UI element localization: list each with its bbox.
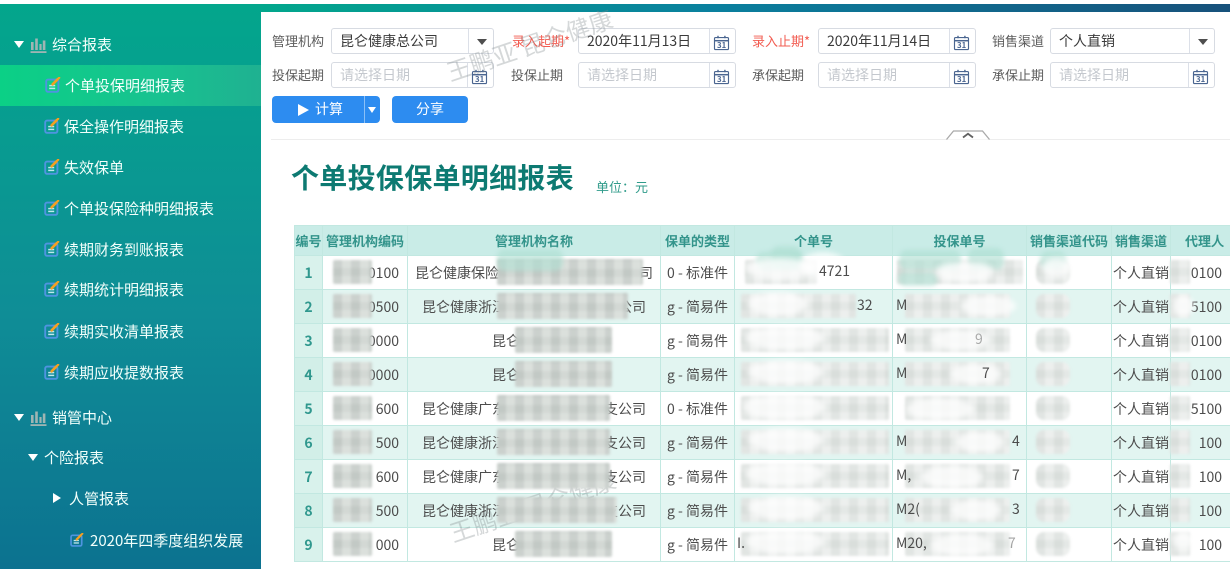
svg-text:31: 31 xyxy=(957,40,967,51)
svg-text:31: 31 xyxy=(717,40,727,51)
svg-text:31: 31 xyxy=(957,74,967,85)
svg-text:31: 31 xyxy=(717,74,727,85)
svg-text:31: 31 xyxy=(1196,74,1206,85)
